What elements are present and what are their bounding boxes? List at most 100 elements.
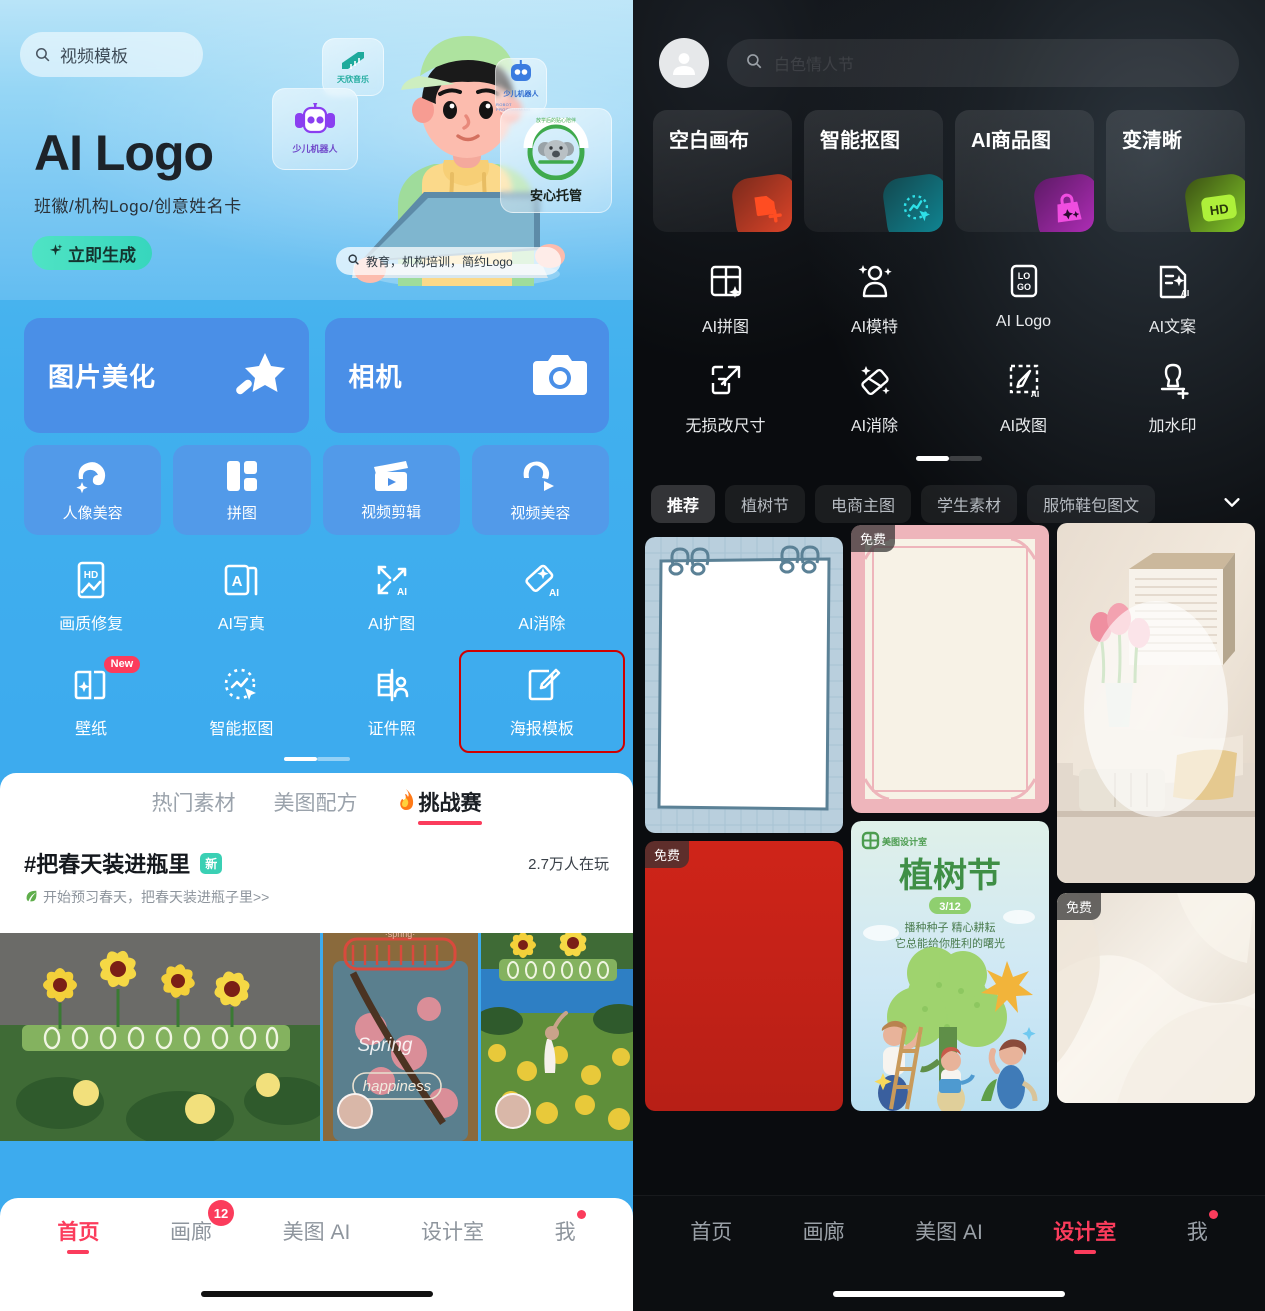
- tool-ai-copywriting[interactable]: AI AI文案: [1098, 260, 1247, 337]
- template-notepad[interactable]: [645, 537, 843, 833]
- tile-photo-beautify[interactable]: 图片美化: [24, 318, 309, 433]
- tool-label: AI消除: [850, 418, 899, 435]
- new-badge: New: [103, 656, 141, 674]
- nav-me-dot: [1208, 1210, 1218, 1219]
- tile-camera[interactable]: 相机: [324, 318, 609, 433]
- tool-ai-eraser[interactable]: AI消除: [800, 359, 949, 436]
- thumbnail-2[interactable]: ·spring· Spring happiness: [323, 933, 478, 1141]
- tool-ai-edit-image[interactable]: AI AI改图: [949, 359, 1098, 436]
- tool-ai-collage[interactable]: AI拼图: [651, 260, 800, 337]
- home-indicator: [833, 1291, 1065, 1297]
- tool-wallpaper[interactable]: New 壁纸: [16, 656, 166, 745]
- tool-icon-grid: HD 画质修复 A AI写真 AI AI扩图 AI AI消除 New 壁纸 智能…: [0, 535, 633, 753]
- tile-video-beauty[interactable]: 视频美容: [471, 445, 609, 535]
- tool-poster-template[interactable]: 海报模板: [458, 650, 626, 753]
- template-tulip-photo[interactable]: [1057, 523, 1255, 883]
- hero-inner-search[interactable]: 教育，机构培训，简约Logo: [336, 247, 561, 275]
- bottom-nav-right: 首页 画廊 美图 AI 设计室 我: [633, 1195, 1265, 1311]
- search-icon: [745, 52, 763, 75]
- template-pink-frame[interactable]: 免费: [851, 525, 1049, 813]
- chip-recommended[interactable]: 推荐: [651, 485, 716, 523]
- tool-smart-cutout[interactable]: 智能抠图: [166, 658, 316, 745]
- nav-me-dot: [576, 1210, 586, 1219]
- tile-video-editing[interactable]: 视频剪辑: [322, 445, 460, 535]
- svg-text:Spring: Spring: [358, 1035, 413, 1056]
- nav-home[interactable]: 首页: [690, 1216, 732, 1254]
- content-sheet: 热门素材 美图配方 挑战赛 #把春天装进瓶里 新 2.7万人在玩 开始预习春天，…: [0, 773, 633, 933]
- page-dot-1[interactable]: [283, 757, 317, 761]
- tool-ai-portrait[interactable]: A AI写真: [166, 553, 316, 640]
- tool-label: AI消除: [518, 616, 566, 633]
- nav-design-studio[interactable]: 设计室: [1053, 1216, 1116, 1254]
- nav-me[interactable]: 我: [555, 1210, 586, 1254]
- template-grid: 免费 免费 美图设计室 植树节 3/12 播种种子 精心耕耘 它总能给你胜利的曙…: [633, 523, 1265, 1111]
- card-blank-canvas[interactable]: 空白画布: [653, 110, 792, 232]
- chip-apparel-shoes-bags[interactable]: 服饰鞋包图文: [1027, 485, 1156, 523]
- card-ai-product-image[interactable]: AI商品图: [955, 110, 1094, 232]
- nav-gallery[interactable]: 画廊: [803, 1216, 845, 1254]
- chip-arbor-day[interactable]: 植树节: [725, 485, 806, 523]
- page-dot-1[interactable]: [916, 456, 949, 461]
- tool-watermark[interactable]: 加水印: [1098, 359, 1247, 436]
- tool-label: 智能抠图: [209, 721, 274, 738]
- search-input[interactable]: 白色情人节: [727, 39, 1239, 87]
- page-dot-2[interactable]: [316, 757, 350, 761]
- tile-label: 拼图: [226, 504, 257, 522]
- smart-cutout-icon: [880, 171, 943, 232]
- user-avatar-icon[interactable]: [659, 38, 709, 88]
- tab-recipes[interactable]: 美图配方: [274, 787, 358, 825]
- tile-collage[interactable]: 拼图: [173, 445, 311, 535]
- chevron-down-icon[interactable]: [1221, 491, 1247, 518]
- chip-student-materials[interactable]: 学生素材: [921, 485, 1018, 523]
- nav-home[interactable]: 首页: [57, 1216, 99, 1254]
- tile-label: 视频美容: [510, 504, 571, 522]
- svg-text:HD: HD: [1209, 201, 1230, 218]
- thumbnail-3[interactable]: [480, 933, 633, 1141]
- challenge-player-count: 2.7万人在玩: [528, 855, 609, 873]
- quick-action-cards: 空白画布 智能抠图 AI商品图 变清晰 HD: [633, 88, 1265, 232]
- tab-hot-materials[interactable]: 热门素材: [152, 787, 236, 825]
- tool-hd-restore[interactable]: HD 画质修复: [16, 553, 166, 640]
- hero-card-robot-programming: 少儿机器人 ROBOT PROGRAMMING: [495, 58, 547, 114]
- tool-ai-erase[interactable]: AI AI消除: [467, 553, 617, 640]
- nav-design-studio[interactable]: 设计室: [421, 1216, 484, 1254]
- tool-grid-pagination[interactable]: [0, 757, 633, 761]
- nav-me[interactable]: 我: [1187, 1210, 1218, 1254]
- generate-now-button[interactable]: 立即生成: [32, 236, 152, 270]
- tool-label: 壁纸: [75, 721, 108, 738]
- tool-ai-expand[interactable]: AI AI扩图: [317, 553, 467, 640]
- tool-label: AI扩图: [368, 616, 416, 633]
- thumbnail-1[interactable]: [0, 933, 321, 1141]
- card-smart-cutout[interactable]: 智能抠图: [804, 110, 943, 232]
- svg-text:LO: LO: [1017, 271, 1030, 281]
- search-input[interactable]: 视频模板: [20, 32, 203, 77]
- challenge-title-row[interactable]: #把春天装进瓶里 新: [24, 847, 223, 879]
- tile-portrait-beauty[interactable]: 人像美容: [24, 445, 162, 535]
- challenge-description-row[interactable]: 开始预习春天，把春天装进瓶子里>>: [0, 879, 633, 907]
- tile-label: 人像美容: [62, 504, 123, 522]
- sparkle-icon: [48, 243, 63, 263]
- leaf-icon: [24, 889, 38, 906]
- tool-ai-logo[interactable]: LO GO AI Logo: [949, 260, 1098, 337]
- nav-gallery[interactable]: 画廊 12: [170, 1200, 234, 1254]
- template-arbor-day[interactable]: 美图设计室 植树节 3/12 播种种子 精心耕耘 它总能给你胜利的曙光: [851, 821, 1049, 1111]
- nav-meitu-ai[interactable]: 美图 AI: [283, 1216, 351, 1254]
- sheet-tab-bar: 热门素材 美图配方 挑战赛: [0, 787, 633, 825]
- svg-text:3/12: 3/12: [939, 901, 960, 913]
- tab-challenge[interactable]: 挑战赛: [396, 787, 482, 825]
- tool-lossless-resize[interactable]: 无损改尺寸: [651, 359, 800, 436]
- tool-ai-model[interactable]: AI模特: [800, 260, 949, 337]
- template-white-fabric[interactable]: 免费: [1057, 893, 1255, 1103]
- search-input-value: 视频模板: [60, 47, 128, 66]
- tool-label: AI改图: [999, 418, 1048, 435]
- nav-meitu-ai[interactable]: 美图 AI: [915, 1216, 983, 1254]
- card-hd-enhance[interactable]: 变清晰 HD: [1106, 110, 1245, 232]
- hero-banner[interactable]: 视频模板 天欣音乐 少儿机器人 少儿机器人 ROBOT 放学后的贴心陪伴 安心托…: [0, 0, 633, 300]
- chip-ecommerce-main[interactable]: 电商主图: [815, 485, 912, 523]
- avatar: [494, 1093, 531, 1129]
- tool-id-photo[interactable]: 证件照: [317, 658, 467, 745]
- challenge-title: #把春天装进瓶里: [24, 852, 191, 877]
- page-dot-2[interactable]: [949, 456, 982, 461]
- hero-card-koala: 放学后的贴心陪伴 安心托管: [500, 108, 612, 213]
- template-red-poster[interactable]: 免费: [645, 841, 843, 1111]
